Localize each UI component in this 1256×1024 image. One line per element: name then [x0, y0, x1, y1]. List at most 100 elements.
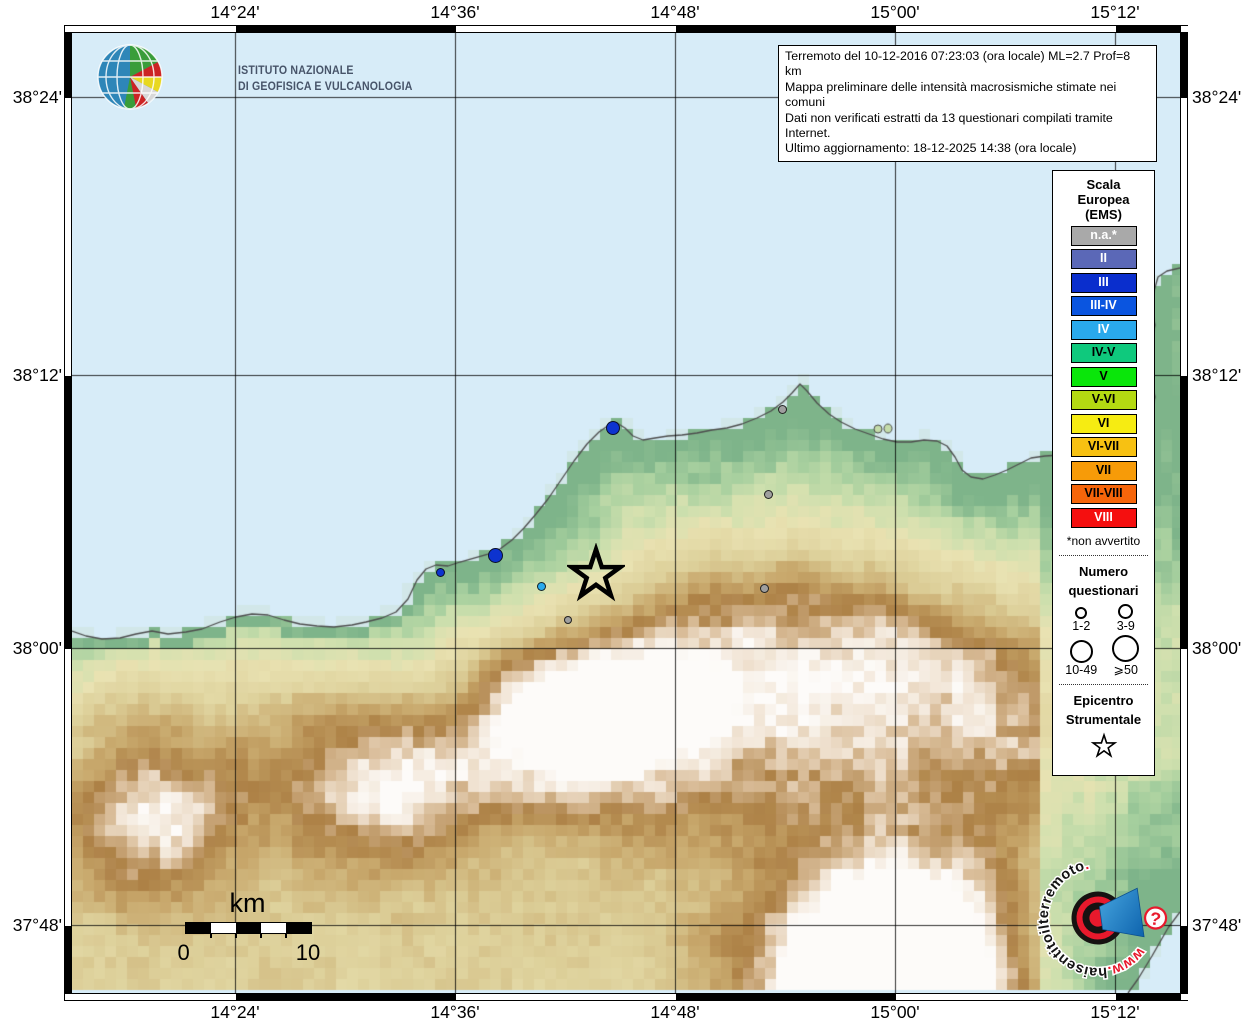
tick-label-right: 37°48'	[1192, 915, 1242, 935]
frame-segment	[896, 26, 1116, 32]
intensity-point-III[interactable]	[487, 547, 503, 563]
frame-segment	[1181, 649, 1187, 926]
scalebar-tick	[235, 933, 237, 938]
tick-label-bottom: 14°36'	[430, 1002, 480, 1022]
questionnaire-size-legend: 1-2 3-9 10-49 ⩾50	[1059, 603, 1148, 677]
tick-label-bottom: 15°00'	[870, 1002, 920, 1022]
tick-label-bottom: 14°48'	[650, 1002, 700, 1022]
tick-label-top: 14°36'	[430, 2, 480, 22]
questionnaire-class: 3-9	[1116, 603, 1135, 633]
tick-label-left: 38°00'	[12, 638, 62, 658]
frame-segment	[65, 34, 71, 98]
haisentitoilterremoto-logo[interactable]: ? www.haisentitoilterremoto.it	[1022, 842, 1178, 998]
ingv-logo-text: ISTITUTO NAZIONALE DI GEOFISICA E VULCAN…	[238, 63, 413, 94]
scalebar-start: 0	[177, 940, 190, 965]
tick-label-right: 38°00'	[1192, 638, 1242, 658]
scalebar-segment	[211, 923, 236, 933]
tick-label-top: 14°48'	[650, 2, 700, 22]
map-frame-left	[64, 33, 72, 994]
map-frame-top	[64, 25, 1189, 33]
questionnaire-class: 1-2	[1072, 606, 1091, 633]
legend-swatch-n.a.*: n.a.*	[1070, 225, 1137, 246]
tick-label-left: 38°12'	[12, 365, 62, 385]
epicenter-legend-title: Epicentro Strumentale	[1065, 692, 1142, 727]
epicenter-star-icon	[567, 543, 625, 602]
frame-segment	[1181, 34, 1187, 98]
legend-swatch-VII-VIII: VII-VIII	[1070, 484, 1137, 504]
legend-swatch-V: V	[1070, 366, 1137, 387]
frame-segment	[236, 994, 456, 1000]
questionnaire-size-label: 3-9	[1116, 618, 1135, 633]
intensity-point-n.a.[interactable]	[777, 404, 787, 414]
questionnaire-size-circle	[1075, 606, 1088, 619]
legend-swatch-IV: IV	[1070, 319, 1137, 340]
macroseismic-map-page: 14°24' 14°24' 14°36' 14°36' 14°48' 14°48' 15°0…	[0, 0, 1256, 1024]
intensity-point-IV[interactable]	[536, 581, 546, 591]
scalebar-segment	[186, 923, 211, 933]
frame-segment	[1181, 994, 1189, 1000]
info-line-map: Mappa preliminare delle intensità macros…	[785, 79, 1117, 110]
legend-swatch-VIII: VIII	[1070, 507, 1137, 528]
tick-label-right: 38°24'	[1192, 87, 1242, 107]
epicenter-legend-star-icon	[1090, 731, 1117, 758]
frame-segment	[65, 26, 236, 32]
info-line-updated: Ultimo aggiornamento: 18-12-2025 14:38 (…	[785, 141, 1077, 156]
frame-segment	[65, 926, 71, 994]
map-frame-right	[1180, 33, 1188, 994]
scalebar-bar	[185, 922, 312, 938]
info-line-data: Dati non verificati estratti da 13 quest…	[785, 110, 1113, 141]
frame-segment	[1116, 26, 1181, 32]
frame-segment	[676, 994, 896, 1000]
intensity-point-n.a.[interactable]	[759, 583, 769, 593]
intensity-point-III[interactable]	[435, 567, 445, 577]
frame-segment	[65, 994, 236, 1000]
legend-swatch-II: II	[1070, 249, 1137, 269]
scalebar-end: 10	[295, 940, 321, 965]
intensity-point-n.a.[interactable]	[564, 616, 572, 624]
frame-segment	[456, 26, 676, 32]
questionnaire-legend-title: Numero questionari	[1068, 563, 1139, 598]
tick-label-bottom: 14°24'	[210, 1002, 260, 1022]
tick-label-left: 37°48'	[12, 915, 62, 935]
legend-swatch-IV-V: IV-V	[1070, 343, 1137, 363]
frame-segment	[1181, 376, 1187, 649]
legend-intensity-scale: n.a.* II III III-IV IV IV-V V V-VI VI VI-VII VII VI…	[1053, 225, 1154, 528]
legend-swatch-VI: VI	[1070, 413, 1137, 434]
frame-segment	[1181, 98, 1187, 376]
tick-label-top: 15°12'	[1090, 2, 1140, 22]
tick-label-left: 38°24'	[12, 87, 62, 107]
legend-swatch-VII: VII	[1070, 460, 1137, 481]
legend-panel: Scala Europea (EMS) n.a.* II III III-IV IV IV…	[1052, 170, 1155, 776]
questionnaire-class: ⩾50	[1112, 634, 1140, 677]
tick-label-top: 15°00'	[870, 2, 920, 22]
ingv-name-line2: DI GEOFISICA E VULCANOLOGIA	[238, 78, 413, 93]
frame-segment	[65, 649, 71, 926]
tick-label-bottom: 15°12'	[1090, 1002, 1140, 1022]
ingv-logo-icon	[97, 44, 163, 110]
scalebar-unit: km	[229, 888, 266, 918]
legend-footnote: *non avvertito	[1066, 533, 1141, 548]
scalebar-tick	[210, 933, 212, 938]
scalebar-tick	[285, 933, 287, 938]
map-frame-bottom	[64, 993, 1189, 1001]
legend-divider	[1059, 683, 1148, 685]
frame-segment	[65, 376, 71, 649]
frame-segment	[1181, 926, 1187, 994]
frame-segment	[65, 98, 71, 376]
legend-swatch-III: III	[1070, 272, 1137, 293]
frame-segment	[236, 26, 456, 32]
intensity-point-n.a.[interactable]	[763, 489, 773, 499]
questionnaire-size-label: 10-49	[1065, 662, 1098, 677]
info-line-event: Terremoto del 10-12-2016 07:23:03 (ora l…	[785, 49, 1131, 79]
frame-segment	[1181, 26, 1189, 32]
intensity-point-III[interactable]	[606, 421, 620, 435]
questionnaire-size-circle	[1118, 603, 1134, 619]
scalebar-segment	[261, 923, 286, 933]
questionnaire-size-circle	[1112, 634, 1140, 662]
questionnaire-size-label: ⩾50	[1113, 662, 1138, 677]
map-canvas[interactable]	[72, 33, 1180, 993]
tick-label-top: 14°24'	[210, 2, 260, 22]
questionnaire-class: 10-49	[1065, 639, 1098, 677]
questionnaire-size-label: 1-2	[1072, 618, 1091, 633]
scalebar-tick	[260, 933, 262, 938]
